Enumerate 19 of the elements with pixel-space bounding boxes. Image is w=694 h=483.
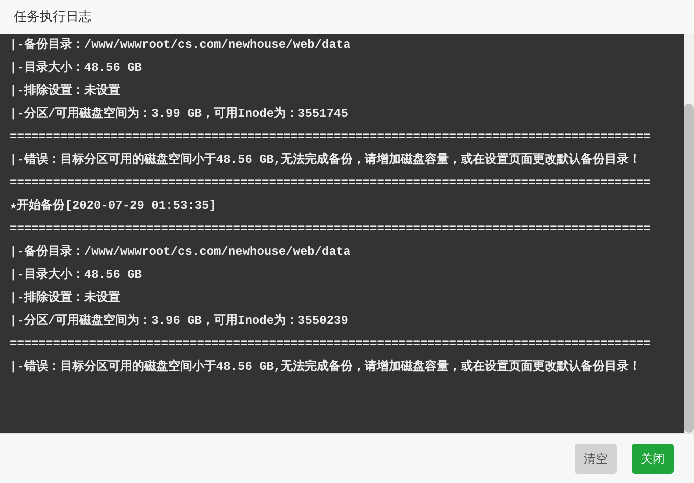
log-line: |-备份目录：/www/wwwroot/cs.com/newhouse/web/data	[10, 37, 352, 54]
log-line: |-备份目录：/www/wwwroot/cs.com/newhouse/web/data	[10, 244, 352, 261]
log-line: |-分区/可用磁盘空间为：3.99 GB，可用Inode为：3551745	[10, 106, 350, 123]
log-line: =========================================================================================	[10, 336, 652, 353]
log-line: |-分区/可用磁盘空间为：3.96 GB，可用Inode为：3550239	[10, 312, 350, 330]
log-line: |-排除设置：未设置	[10, 82, 122, 100]
log-line: |-排除设置：未设置	[10, 290, 122, 307]
log-line: ★开始备份[2020-07-29 01:53:35]	[10, 198, 218, 215]
log-line: |-错误：目标分区可用的磁盘空间小于48.56 GB,无法完成备份，请增加磁盘容量，或在设置页面更改默认备份目录！	[10, 358, 642, 376]
scrollbar-thumb[interactable]	[684, 104, 694, 433]
window-title: 任务执行日志	[0, 0, 694, 34]
log-line: |-错误：目标分区可用的磁盘空间小于48.56 GB,无法完成备份，请增加磁盘容量，或在设置页面更改默认备份目录！	[10, 152, 642, 169]
log-line: |-目录大小：48.56 GB	[10, 266, 144, 284]
scrollbar[interactable]	[684, 34, 694, 433]
close-button[interactable]: 关闭	[632, 444, 674, 474]
log-line: |-目录大小：48.56 GB	[10, 60, 144, 77]
log-line: =========================================================================================	[10, 221, 652, 238]
log-line: =========================================================================================	[10, 175, 652, 192]
log-line: =========================================================================================	[10, 129, 652, 146]
